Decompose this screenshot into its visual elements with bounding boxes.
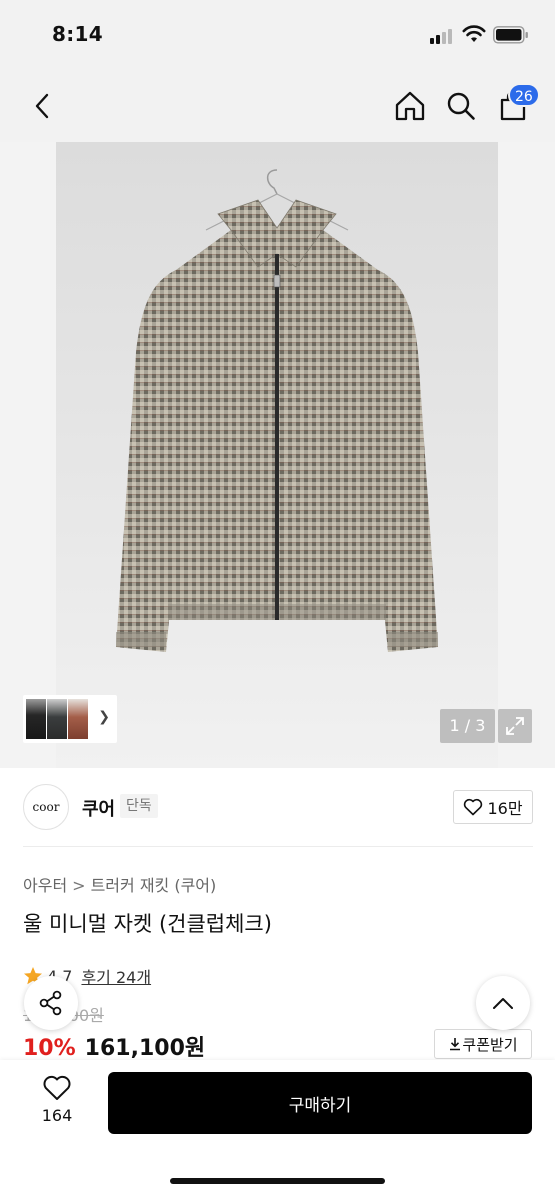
search-icon — [447, 92, 475, 120]
bottom-action-bar: 164 구매하기 — [0, 1060, 555, 1200]
coupon-label: 쿠폰받기 — [462, 1035, 518, 1054]
chevron-right-icon: > — [72, 876, 86, 895]
thumbnail-1[interactable] — [26, 699, 46, 739]
battery-icon — [493, 26, 528, 44]
review-link[interactable]: 후기 24개 — [81, 964, 151, 988]
search-button[interactable] — [442, 70, 480, 142]
product-title: 울 미니멀 자켓 (건클럽체크) — [23, 912, 272, 936]
wifi-icon — [462, 25, 486, 42]
cellular-signal-icon — [430, 28, 456, 44]
breadcrumb-category[interactable]: 아우터 — [23, 876, 67, 895]
scroll-to-top-button[interactable] — [476, 976, 530, 1030]
breadcrumb-subcategory[interactable]: 트러커 재킷 (쿠어) — [91, 876, 217, 895]
buy-button[interactable]: 구매하기 — [108, 1072, 532, 1134]
brand-name[interactable]: 쿠어 — [82, 795, 115, 821]
share-button[interactable] — [24, 976, 78, 1030]
breadcrumb: 아우터 > 트러커 재킷 (쿠어) — [23, 872, 216, 896]
brand-like-button[interactable]: 16만 — [453, 790, 533, 824]
wishlist-count: 164 — [41, 1106, 73, 1125]
brand-row: coor 쿠어 단독 16만 — [0, 778, 555, 840]
brand-logo[interactable]: coor — [23, 784, 69, 830]
wishlist-button[interactable]: 164 — [22, 1074, 92, 1134]
heart-icon — [464, 798, 483, 816]
thumbnail-2[interactable] — [47, 699, 67, 739]
chevron-right-icon[interactable]: ❯ — [98, 709, 110, 725]
discount-rate: 10% — [23, 1036, 76, 1061]
jacket-image — [116, 169, 438, 652]
divider — [23, 846, 533, 847]
cart-count-badge: 26 — [508, 83, 540, 107]
status-bar: 8:14 — [0, 0, 555, 70]
sale-price: 161,100원 — [84, 1036, 206, 1061]
heart-icon — [43, 1075, 71, 1100]
price-row: 10% 161,100원 — [23, 1030, 205, 1062]
home-icon — [395, 91, 425, 121]
status-time: 8:14 — [52, 22, 103, 46]
brand-like-count: 16만 — [487, 799, 523, 818]
navigation-bar: 26 — [0, 70, 555, 142]
product-image[interactable] — [56, 142, 498, 768]
coupon-button[interactable]: 쿠폰받기 — [434, 1029, 532, 1059]
image-page-indicator: 1 / 3 — [440, 709, 495, 743]
home-button[interactable] — [391, 70, 429, 142]
download-icon — [450, 1038, 461, 1051]
share-icon — [39, 990, 62, 1016]
home-indicator — [170, 1178, 385, 1184]
exclusive-badge: 단독 — [120, 794, 158, 818]
chevron-up-icon — [493, 998, 513, 1009]
thumbnail-strip[interactable]: ❯ — [23, 695, 117, 743]
back-button[interactable] — [24, 70, 60, 142]
thumbnail-3[interactable] — [68, 699, 88, 739]
product-gallery[interactable]: ❯ 1 / 3 — [0, 142, 555, 768]
expand-icon — [506, 717, 524, 735]
back-icon — [35, 93, 49, 119]
expand-button[interactable] — [498, 709, 532, 743]
